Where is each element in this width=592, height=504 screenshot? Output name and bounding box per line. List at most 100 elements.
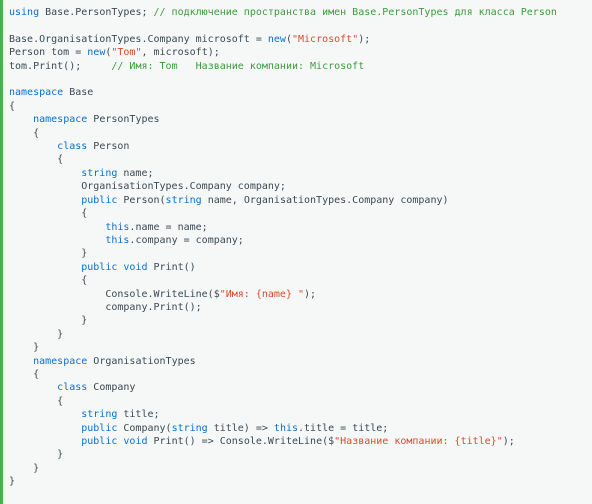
code-line: tom.Print(); // Имя: Tom Название компан…: [9, 61, 364, 72]
code-token: Base.PersonTypes;: [39, 7, 153, 18]
code-line: {: [9, 396, 63, 407]
code-token: name;: [117, 168, 153, 179]
code-line: OrganisationTypes.Company company;: [9, 181, 286, 192]
code-token: PersonTypes: [87, 114, 159, 125]
code-line: {: [9, 208, 87, 219]
code-token: {: [9, 154, 63, 165]
code-snippet: using Base.PersonTypes; // подключение п…: [3, 0, 592, 495]
code-token: this: [105, 222, 129, 233]
code-token: {: [9, 275, 87, 286]
code-token: Print() => Console.WriteLine($: [148, 436, 335, 447]
code-line: namespace Base: [9, 87, 93, 98]
code-token: {: [9, 101, 15, 112]
code-token: // подключение пространства имен Base.Pe…: [154, 7, 557, 18]
code-token: [9, 114, 33, 125]
code-token: namespace: [9, 87, 63, 98]
code-token: {: [9, 128, 39, 139]
code-token: [9, 195, 81, 206]
code-token: {: [9, 369, 39, 380]
code-token: // Имя: Tom Название компании: Microsoft: [111, 61, 364, 72]
code-token: "Имя: {name} ": [220, 289, 304, 300]
code-token: {: [9, 396, 63, 407]
code-token: void: [123, 262, 147, 273]
code-token: string: [172, 423, 208, 434]
code-token: [9, 235, 105, 246]
code-line: string name;: [9, 168, 154, 179]
code-line: public void Print() => Console.WriteLine…: [9, 436, 515, 447]
code-token: Base.OrganisationTypes.Company microsoft…: [9, 34, 268, 45]
code-line: class Person: [9, 141, 129, 152]
code-token: OrganisationTypes: [87, 356, 195, 367]
code-line: namespace OrganisationTypes: [9, 356, 196, 367]
code-line: Console.WriteLine($"Имя: {name} ");: [9, 289, 316, 300]
code-token: }: [9, 315, 87, 326]
code-token: public: [81, 195, 117, 206]
code-line: public Person(string name, OrganisationT…: [9, 195, 449, 206]
code-token: [9, 262, 81, 273]
code-token: [9, 356, 33, 367]
code-line: this.company = company;: [9, 235, 244, 246]
code-token: Console.WriteLine($: [9, 289, 220, 300]
code-token: }: [9, 449, 63, 460]
code-token: .company = company;: [129, 235, 243, 246]
code-line: using Base.PersonTypes; // подключение п…: [9, 7, 557, 18]
code-line: {: [9, 101, 15, 112]
code-line: {: [9, 128, 39, 139]
code-token: class: [57, 382, 87, 393]
code-token: Company(: [117, 423, 171, 434]
code-line: }: [9, 342, 39, 353]
code-token: namespace: [33, 114, 87, 125]
code-token: public: [81, 423, 117, 434]
code-token: name, OrganisationTypes.Company company): [202, 195, 449, 206]
code-token: [9, 409, 81, 420]
code-token: Company: [87, 382, 135, 393]
code-token: [9, 423, 81, 434]
code-line: Person tom = new("Tom", microsoft);: [9, 47, 220, 58]
code-token: [9, 382, 57, 393]
code-token: tom.Print();: [9, 61, 111, 72]
code-token: );: [358, 34, 370, 45]
code-line: }: [9, 449, 63, 460]
code-token: }: [9, 463, 39, 474]
code-token: using: [9, 7, 39, 18]
code-line: company.Print();: [9, 302, 202, 313]
code-token: Person: [87, 141, 129, 152]
code-token: }: [9, 342, 39, 353]
code-line: public Company(string title) => this.tit…: [9, 423, 388, 434]
code-token: , microsoft);: [141, 47, 219, 58]
code-token: "Название компании: {title}": [334, 436, 503, 447]
code-line: {: [9, 154, 63, 165]
code-token: namespace: [33, 356, 87, 367]
code-token: void: [123, 436, 147, 447]
code-token: string: [81, 168, 117, 179]
code-token: public: [81, 262, 117, 273]
code-token: .name = name;: [129, 222, 207, 233]
code-token: string: [81, 409, 117, 420]
code-line: string title;: [9, 409, 160, 420]
code-token: [9, 168, 81, 179]
code-token: [9, 222, 105, 233]
code-token: OrganisationTypes.Company company;: [9, 181, 286, 192]
code-token: Base: [63, 87, 93, 98]
code-line: this.name = name;: [9, 222, 208, 233]
code-token: [9, 141, 57, 152]
code-line: }: [9, 463, 39, 474]
code-line: Base.OrganisationTypes.Company microsoft…: [9, 34, 370, 45]
code-line: {: [9, 275, 87, 286]
code-line: {: [9, 369, 39, 380]
code-line: }: [9, 476, 15, 487]
code-token: Person tom =: [9, 47, 87, 58]
code-token: this: [105, 235, 129, 246]
code-token: title) =>: [208, 423, 274, 434]
code-token: "Microsoft": [292, 34, 358, 45]
code-line: public void Print(): [9, 262, 196, 273]
code-line: namespace PersonTypes: [9, 114, 160, 125]
code-token: .title = title;: [298, 423, 388, 434]
code-token: }: [9, 329, 63, 340]
code-token: "Tom": [111, 47, 141, 58]
code-token: );: [304, 289, 316, 300]
code-token: [9, 436, 81, 447]
code-token: string: [166, 195, 202, 206]
code-token: public: [81, 436, 117, 447]
code-token: );: [503, 436, 515, 447]
